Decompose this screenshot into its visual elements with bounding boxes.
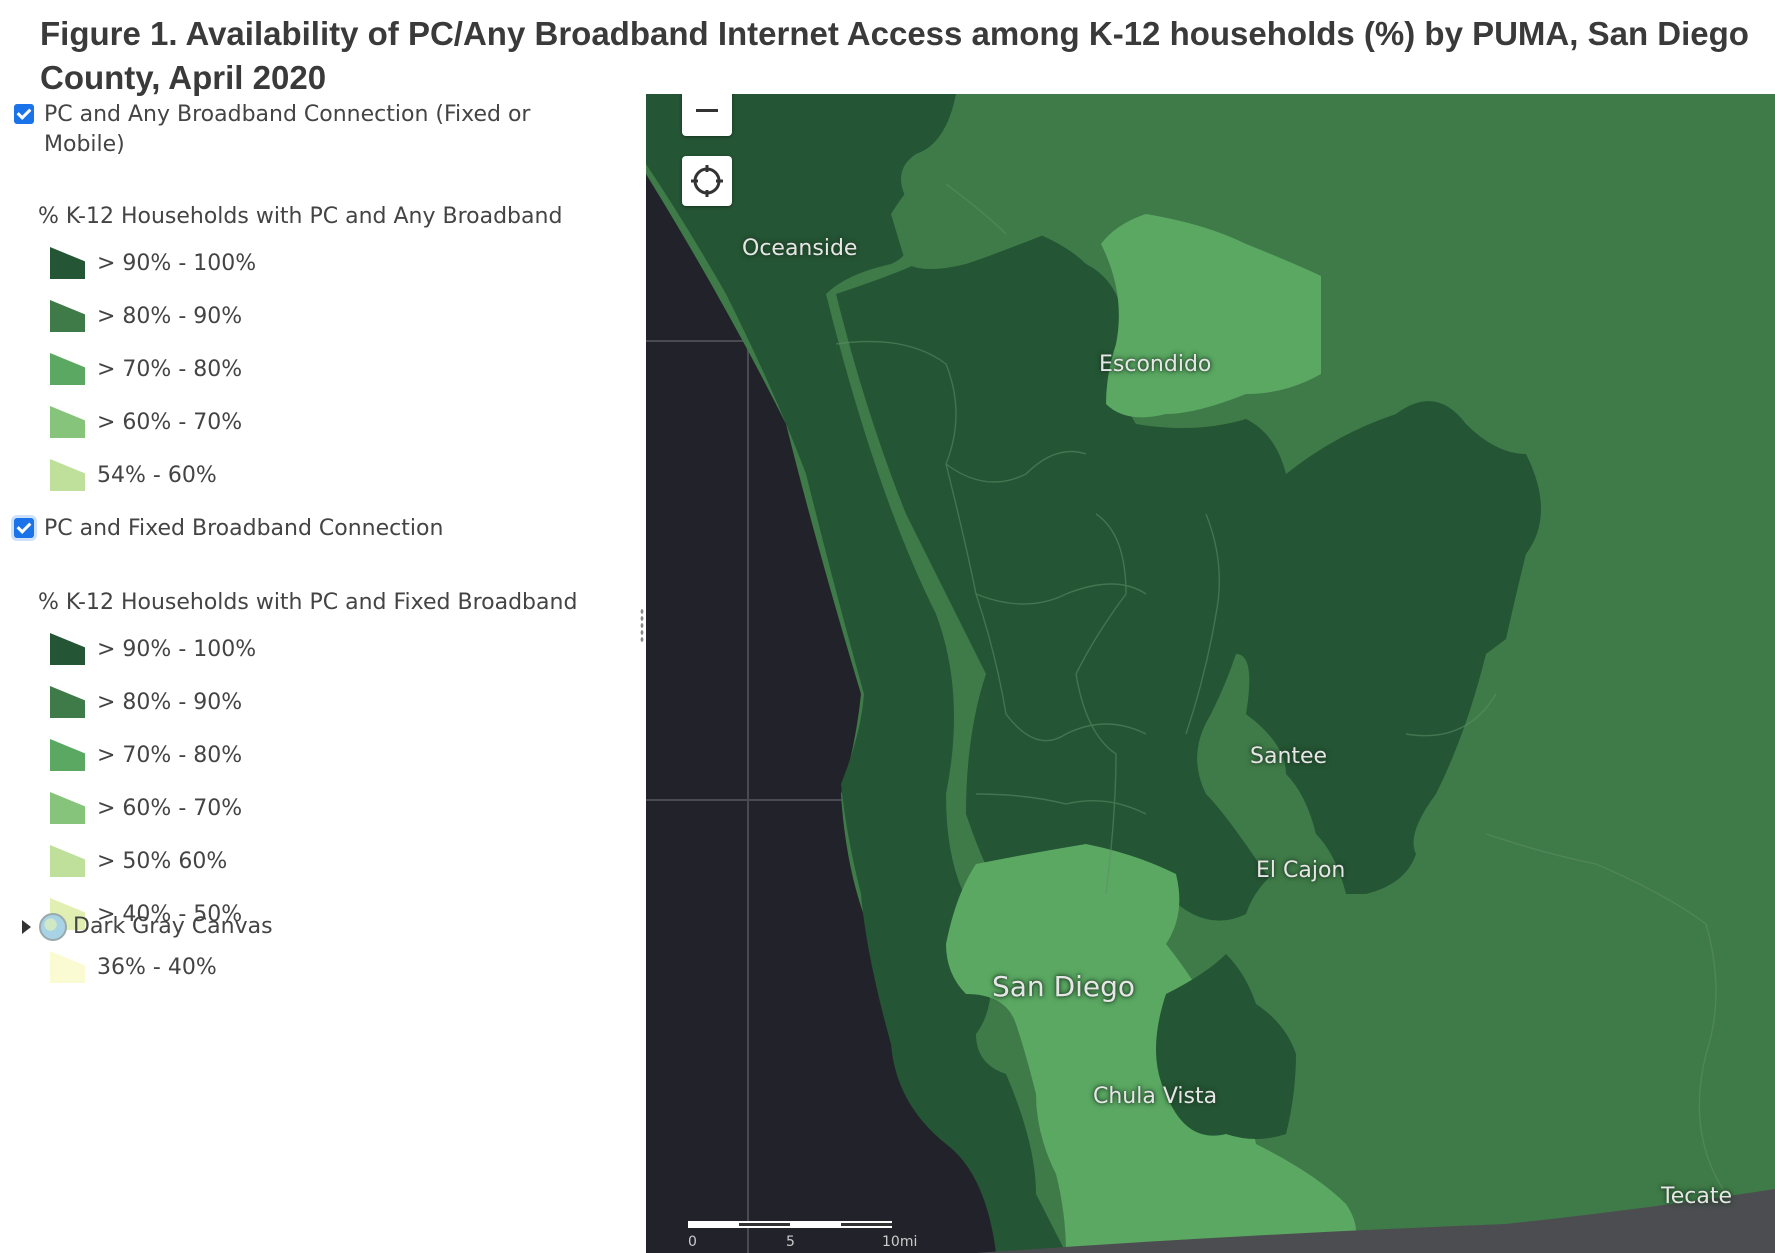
scale-label: 0 — [688, 1234, 697, 1250]
place-label-oceanside: Oceanside — [742, 236, 858, 261]
legend-swatch — [50, 686, 85, 718]
legend-label: > 60% - 70% — [97, 409, 243, 435]
legend-item: > 70% - 80% — [50, 738, 242, 772]
minus-icon — [696, 109, 718, 112]
legend-swatch — [50, 353, 85, 385]
expand-caret-icon[interactable] — [22, 920, 31, 934]
legend-swatch — [50, 951, 85, 983]
legend-swatch — [50, 633, 85, 665]
choropleth-map[interactable] — [646, 94, 1775, 1253]
legend-label: > 70% - 80% — [97, 356, 243, 382]
scale-label: 10mi — [882, 1234, 918, 1250]
legend-item: > 90% - 100% — [50, 632, 256, 666]
legend-label: > 60% - 70% — [97, 795, 243, 821]
globe-icon — [39, 913, 67, 941]
legend-item: 36% - 40% — [50, 950, 217, 984]
legend-label: > 70% - 80% — [97, 742, 243, 768]
place-label-el-cajon: El Cajon — [1256, 858, 1346, 883]
layer-checkbox-any-broadband[interactable] — [14, 104, 34, 124]
layer-checkbox-fixed-broadband[interactable] — [14, 518, 34, 538]
legend-swatch — [50, 459, 85, 491]
legend-item: > 70% - 80% — [50, 352, 242, 386]
legend-swatch — [50, 406, 85, 438]
zoom-out-button[interactable] — [682, 94, 732, 136]
legend-label: > 90% - 100% — [97, 636, 257, 662]
scale-label: 5 — [786, 1234, 795, 1250]
layer-toggle-fixed-broadband[interactable]: PC and Fixed Broadband Connection — [14, 514, 443, 544]
legend-swatch — [50, 739, 85, 771]
legend-label: 54% - 60% — [97, 462, 217, 488]
legend-swatch — [50, 792, 85, 824]
legend-label: > 90% - 100% — [97, 250, 257, 276]
place-label-santee: Santee — [1250, 744, 1328, 769]
crosshair-icon — [691, 165, 723, 197]
place-label-tecate: Tecate — [1661, 1184, 1732, 1209]
legend-label: 36% - 40% — [97, 954, 217, 980]
legend-item: > 90% - 100% — [50, 246, 256, 280]
place-label-san-diego: San Diego — [992, 970, 1136, 1003]
layer-label-fixed-broadband: PC and Fixed Broadband Connection — [44, 516, 444, 541]
legend-item: > 60% - 70% — [50, 791, 242, 825]
legend-label: > 50% 60% — [97, 848, 228, 874]
figure-title: Figure 1. Availability of PC/Any Broadba… — [40, 15, 1749, 96]
legend-panel: PC and Any Broadband Connection (Fixed o… — [0, 100, 640, 1250]
legend-heading-fixed-broadband: % K-12 Households with PC and Fixed Broa… — [38, 590, 578, 615]
legend-item: > 80% - 90% — [50, 685, 242, 719]
legend-item: > 80% - 90% — [50, 299, 242, 333]
legend-item: 54% - 60% — [50, 458, 217, 492]
layer-label-any-broadband: PC and Any Broadband Connection (Fixed o… — [44, 102, 531, 157]
place-label-chula-vista: Chula Vista — [1093, 1084, 1218, 1109]
basemap-layer-item[interactable]: Dark Gray Canvas — [22, 912, 273, 942]
layer-toggle-any-broadband[interactable]: PC and Any Broadband Connection (Fixed o… — [14, 100, 544, 160]
panel-resize-handle[interactable] — [640, 608, 644, 642]
legend-item: > 50% 60% — [50, 844, 227, 878]
place-label-escondido: Escondido — [1099, 352, 1212, 377]
legend-item: > 60% - 70% — [50, 405, 242, 439]
legend-swatch — [50, 300, 85, 332]
legend-label: > 80% - 90% — [97, 689, 243, 715]
legend-swatch — [50, 845, 85, 877]
legend-swatch — [50, 247, 85, 279]
legend-heading-any-broadband: % K-12 Households with PC and Any Broadb… — [38, 204, 563, 229]
scale-bar — [688, 1221, 892, 1228]
map-view[interactable]: Oceanside Escondido Santee El Cajon San … — [646, 94, 1775, 1253]
legend-label: > 80% - 90% — [97, 303, 243, 329]
locate-button[interactable] — [682, 156, 732, 206]
basemap-label: Dark Gray Canvas — [73, 914, 273, 939]
